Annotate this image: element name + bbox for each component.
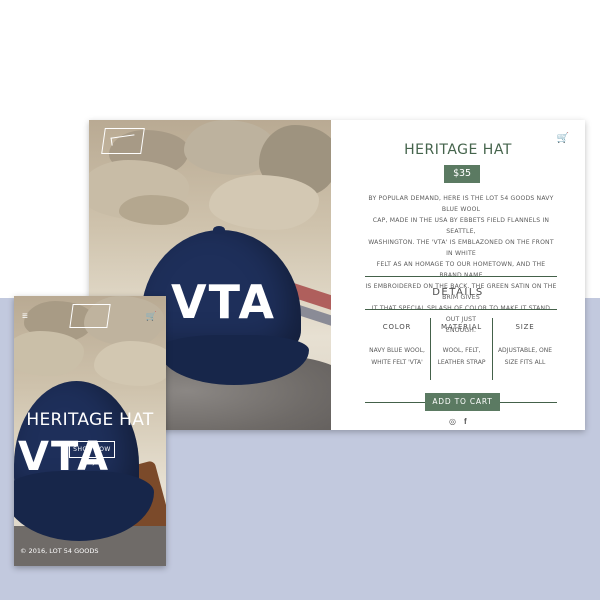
details-heading: DETAILS — [432, 287, 484, 298]
hero-title: HERITAGE HAT — [26, 410, 154, 430]
spec-value: NAVY BLUE WOOL, WHITE FELT 'VTA' — [369, 347, 425, 366]
spec-value: WOOL, FELT, LEATHER STRAP — [437, 347, 486, 366]
spec-label: SIZE — [515, 323, 535, 331]
instagram-icon[interactable]: ◎ — [449, 417, 456, 426]
add-to-cart-button[interactable]: ADD TO CART — [425, 393, 500, 411]
divider — [365, 309, 557, 310]
product-description: BY POPULAR DEMAND, HERE IS THE LOT 54 GO… — [365, 195, 557, 334]
product-details-panel: 🛒 HERITAGE HAT $35 BY POPULAR DEMAND, HE… — [331, 120, 585, 430]
mobile-mockup: VTA ≡ 🛒 HERITAGE HAT SHOP NOW → © 2016, … — [14, 296, 166, 566]
cap-logo-text: VTA — [171, 275, 277, 329]
price-badge: $35 — [444, 165, 480, 183]
menu-icon[interactable]: ≡ — [22, 311, 28, 322]
spec-size: SIZE ADJUSTABLE, ONE SIZE FITS ALL — [493, 318, 557, 380]
cart-icon[interactable]: 🛒 — [146, 311, 157, 322]
shop-now-button[interactable]: SHOP NOW → — [69, 441, 115, 468]
product-title: HERITAGE HAT — [404, 142, 512, 158]
spec-label: MATERIAL — [441, 323, 482, 331]
spec-value: ADJUSTABLE, ONE SIZE FITS ALL — [497, 347, 553, 366]
spec-label: COLOR — [382, 323, 412, 331]
spec-color: COLOR NAVY BLUE WOOL, WHITE FELT 'VTA' — [365, 318, 429, 380]
divider — [365, 276, 557, 277]
brand-logo — [69, 304, 111, 328]
copyright-text: © 2016, LOT 54 GOODS — [20, 547, 99, 555]
spec-material: MATERIAL WOOL, FELT, LEATHER STRAP — [431, 318, 492, 380]
facebook-icon[interactable]: f — [464, 417, 467, 426]
